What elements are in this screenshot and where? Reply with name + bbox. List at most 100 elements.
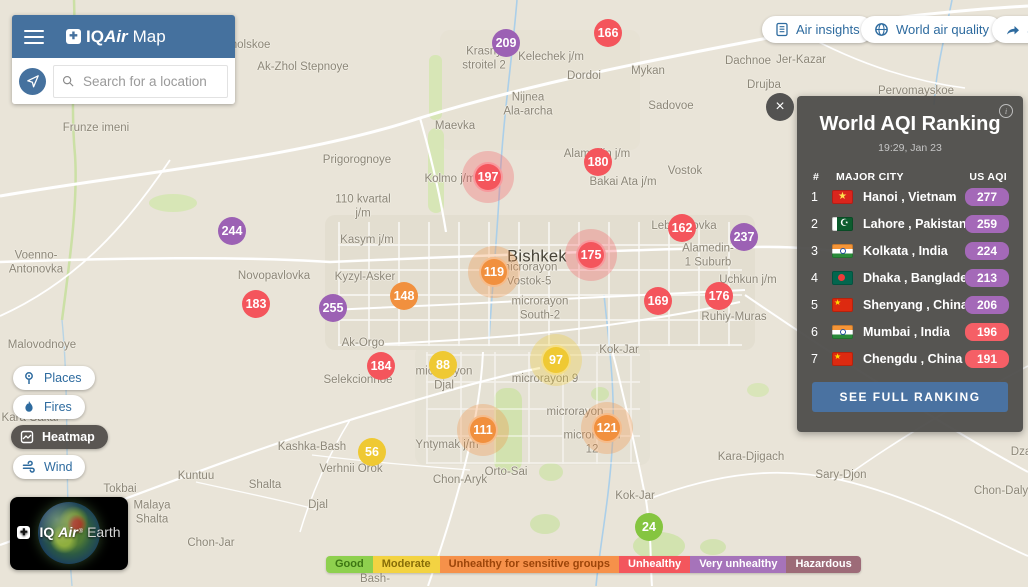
aqi-marker-value: 237 xyxy=(730,223,758,251)
ranking-rows: 1 ★ Hanoi , Vietnam 277 2 ☪ Lahore , Pakistan 2… xyxy=(797,183,1023,372)
wind-icon xyxy=(22,460,35,473)
aqi-marker-value: 197 xyxy=(473,162,503,192)
rank-number: 6 xyxy=(811,324,818,339)
brand-iq: IQ xyxy=(86,26,104,46)
layer-button-fires[interactable]: Fires xyxy=(13,395,85,419)
aqi-marker-209[interactable]: 209 xyxy=(492,29,520,57)
flag-cn-icon: ★ xyxy=(832,351,853,366)
info-icon[interactable]: i xyxy=(999,104,1013,118)
earth-view-button[interactable]: ✚ IQ Air ® Earth xyxy=(10,497,128,570)
aqi-marker-111[interactable]: 111 xyxy=(468,415,498,445)
earth-label: ✚ IQ Air ® Earth xyxy=(10,524,128,540)
air-insights-button[interactable]: Air insights xyxy=(762,16,873,43)
aqi-marker-119[interactable]: 119 xyxy=(479,257,509,287)
aqi-marker-97[interactable]: 97 xyxy=(541,345,571,375)
layer-button-wind[interactable]: Wind xyxy=(13,455,86,479)
ranking-row-7[interactable]: 7 ★ Chengdu , China 191 xyxy=(797,345,1023,372)
aqi-marker-value: 97 xyxy=(541,345,571,375)
ranking-row-3[interactable]: 3 Kolkata , India 224 xyxy=(797,237,1023,264)
aqi-marker-121[interactable]: 121 xyxy=(592,413,622,443)
air-insights-label: Air insights xyxy=(796,22,860,37)
aqi-marker-value: 56 xyxy=(358,438,386,466)
navigation-arrow-icon xyxy=(26,75,39,88)
aqi-marker-value: 255 xyxy=(319,294,347,322)
aqi-marker-value: 175 xyxy=(576,240,606,270)
city-name: Kolkata , India xyxy=(863,243,948,258)
pin-icon xyxy=(25,372,33,384)
aqi-marker-value: 88 xyxy=(429,351,457,379)
aqi-marker-162[interactable]: 162 xyxy=(668,214,696,242)
search-input[interactable] xyxy=(80,72,219,90)
aqi-marker-244[interactable]: 244 xyxy=(218,217,246,245)
flag-cn-icon: ★ xyxy=(832,297,853,312)
panel-title: World AQI Ranking xyxy=(819,113,1001,135)
aqi-marker-value: 180 xyxy=(584,148,612,176)
insights-doc-icon xyxy=(776,22,788,37)
fires-label: Fires xyxy=(44,400,72,414)
rank-number: 7 xyxy=(811,351,818,366)
aqi-marker-237[interactable]: 237 xyxy=(730,223,758,251)
city-name: Dhaka , Bangladesh xyxy=(863,270,965,285)
places-label: Places xyxy=(44,371,82,385)
legend-good: Good xyxy=(326,556,373,573)
globe-icon xyxy=(875,23,888,36)
aqi-marker-value: 176 xyxy=(705,282,733,310)
rank-number: 5 xyxy=(811,297,818,312)
world-air-quality-button[interactable]: World air quality xyxy=(861,16,1002,43)
world-aqi-ranking-panel: i World AQI Ranking 19:29, Jan 23 # MAJO… xyxy=(797,96,1023,432)
ranking-header-row: # MAJOR CITY US AQI xyxy=(797,171,1023,183)
aqi-marker-197[interactable]: 197 xyxy=(473,162,503,192)
aqi-marker-24[interactable]: 24 xyxy=(635,513,663,541)
aqi-marker-value: 111 xyxy=(468,415,498,445)
aqi-marker-value: 169 xyxy=(644,287,672,315)
aqi-marker-148[interactable]: 148 xyxy=(390,282,418,310)
rank-number: 1 xyxy=(811,189,818,204)
layer-button-places[interactable]: Places xyxy=(13,366,95,390)
ranking-row-1[interactable]: 1 ★ Hanoi , Vietnam 277 xyxy=(797,183,1023,210)
aqi-marker-183[interactable]: 183 xyxy=(242,290,270,318)
legend-moderate: Moderate xyxy=(372,556,440,573)
share-button[interactable]: S xyxy=(992,16,1028,43)
aqi-badge: 213 xyxy=(965,268,1009,287)
locate-me-button[interactable] xyxy=(19,67,46,95)
layer-button-heatmap[interactable]: Heatmap xyxy=(11,425,108,449)
aqi-marker-value: 24 xyxy=(635,513,663,541)
see-full-ranking-button[interactable]: SEE FULL RANKING xyxy=(812,382,1008,412)
ranking-row-4[interactable]: 4 Dhaka , Bangladesh213 xyxy=(797,264,1023,291)
aqi-marker-value: 244 xyxy=(218,217,246,245)
aqi-marker-255[interactable]: 255 xyxy=(319,294,347,322)
flame-icon xyxy=(25,401,33,412)
aqi-marker-175[interactable]: 175 xyxy=(576,240,606,270)
brand-product: Map xyxy=(132,26,166,46)
legend-very-unhealthy: Very unhealthy xyxy=(690,556,787,573)
close-icon: × xyxy=(775,98,785,115)
rank-number: 2 xyxy=(811,216,818,231)
app-header: ✚ IQ Air Map xyxy=(12,15,235,58)
ranking-row-5[interactable]: 5 ★ Shenyang , China 206 xyxy=(797,291,1023,318)
brand-air: Air xyxy=(103,26,128,46)
menu-icon[interactable] xyxy=(24,26,44,48)
aqi-marker-166[interactable]: 166 xyxy=(594,19,622,47)
city-name: Lahore , Pakistan xyxy=(863,216,965,231)
aqi-marker-56[interactable]: 56 xyxy=(358,438,386,466)
aqi-marker-184[interactable]: 184 xyxy=(367,352,395,380)
aqi-marker-value: 121 xyxy=(592,413,622,443)
aqi-badge: 224 xyxy=(965,241,1009,260)
flag-bd-icon xyxy=(832,270,853,285)
aqi-marker-169[interactable]: 169 xyxy=(644,287,672,315)
col-rank: # xyxy=(813,171,820,183)
search-input-box xyxy=(53,64,228,98)
aqi-marker-176[interactable]: 176 xyxy=(705,282,733,310)
ranking-row-2[interactable]: 2 ☪ Lahore , Pakistan 259 xyxy=(797,210,1023,237)
close-panel-button[interactable]: × xyxy=(766,93,794,121)
rank-number: 3 xyxy=(811,243,818,258)
col-aqi: US AQI xyxy=(969,171,1007,183)
aqi-marker-value: 119 xyxy=(479,257,509,287)
iqair-logo-icon: ✚ xyxy=(17,525,31,539)
flag-in-icon xyxy=(832,324,853,339)
aqi-marker-88[interactable]: 88 xyxy=(429,351,457,379)
city-name: Shenyang , China xyxy=(863,297,965,312)
aqi-marker-180[interactable]: 180 xyxy=(584,148,612,176)
ranking-row-6[interactable]: 6 Mumbai , India 196 xyxy=(797,318,1023,345)
legend-unhealthy-for-sensitive-groups: Unhealthy for sensitive groups xyxy=(439,556,619,573)
